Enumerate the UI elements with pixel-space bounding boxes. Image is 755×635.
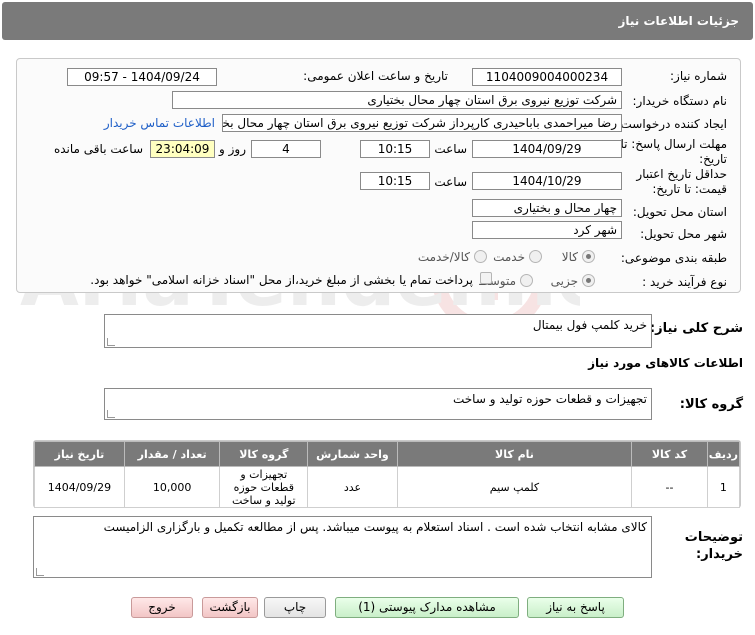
cell-item-name: کلمپ سیم <box>396 466 633 508</box>
col-item-name: نام کالا <box>396 441 633 467</box>
validity-time-label: ساعت <box>434 175 467 189</box>
page-title: جزئیات اطلاعات نیاز <box>618 14 739 28</box>
requester-field[interactable]: رضا میراحمدی باباحیدری کارپرداز شرکت توز… <box>222 114 622 132</box>
goods-group-text: تجهیزات و قطعات حوزه تولید و ساخت <box>452 392 647 406</box>
deadline-days-field[interactable]: 4 <box>251 140 321 158</box>
deadline-label-line1: مهلت ارسال پاسخ: تا <box>620 137 727 151</box>
cell-quantity: 10,000 <box>123 466 221 508</box>
buyer-notes-text: کالای مشابه انتخاب شده است . اسناد استعل… <box>103 520 647 534</box>
reply-button[interactable]: پاسخ به نیاز <box>527 597 624 618</box>
need-number-field[interactable]: 1104009004000234 <box>472 68 622 86</box>
table-header-row: ردیف کد کالا نام کالا واحد شمارش گروه کا… <box>34 441 741 467</box>
deadline-label-line2: تاریخ: <box>699 152 727 166</box>
remaining-time-field: 23:04:09 <box>150 140 215 158</box>
remaining-label: ساعت باقی مانده <box>53 142 143 156</box>
description-label: شرح کلی نیاز: <box>649 321 743 336</box>
cell-item-group: تجهیزات و قطعات حوزه تولید و ساخت <box>219 466 309 508</box>
city-label: شهر محل تحویل: <box>640 227 727 241</box>
announce-label: تاریخ و ساعت اعلان عمومی: <box>303 69 448 83</box>
description-text: خرید کلمپ فول بیمتال <box>532 318 647 332</box>
category-service-label: خدمت <box>493 250 525 264</box>
validity-time-field[interactable]: 10:15 <box>360 172 430 190</box>
buyer-notes-field[interactable]: کالای مشابه انتخاب شده است . اسناد استعل… <box>33 516 652 578</box>
buyer-org-field[interactable]: شرکت توزیع نیروی برق استان چهار محال بخت… <box>172 91 622 109</box>
deadline-time-field[interactable]: 10:15 <box>360 140 430 158</box>
cell-item-code: -- <box>631 466 708 508</box>
buyer-notes-label-line2: خریدار: <box>696 547 743 562</box>
cell-row-number: 1 <box>706 466 741 508</box>
province-label: استان محل تحویل: <box>632 205 727 219</box>
treasury-checkbox[interactable] <box>480 272 492 284</box>
view-attachments-button[interactable]: مشاهده مدارک پیوستی (1) <box>335 597 519 618</box>
buyer-contact-link[interactable]: اطلاعات تماس خریدار <box>104 116 215 130</box>
buyer-notes-label-line1: توضیحات <box>684 530 743 545</box>
col-row-number: ردیف <box>706 441 741 467</box>
goods-info-title: اطلاعات کالاهای مورد نیاز <box>588 356 743 370</box>
col-need-date: تاریخ نیاز <box>34 441 125 467</box>
page-header: جزئیات اطلاعات نیاز <box>2 2 753 40</box>
resize-grip-icon[interactable] <box>107 338 115 346</box>
col-quantity: تعداد / مقدار <box>123 441 221 467</box>
goods-group-label: گروه کالا: <box>679 397 743 412</box>
print-button[interactable]: چاپ <box>264 597 326 618</box>
cell-unit: عدد <box>307 466 398 508</box>
treasury-checkbox-label: پرداخت تمام یا بخشی از مبلغ خرید،از محل … <box>90 273 473 287</box>
process-medium-radio[interactable] <box>520 274 533 287</box>
col-item-group: گروه کالا <box>219 441 309 467</box>
category-goods-service-label: کالا/خدمت <box>417 250 470 264</box>
goods-table: ردیف کد کالا نام کالا واحد شمارش گروه کا… <box>34 441 741 508</box>
validity-label-line2: قیمت: تا تاریخ: <box>652 182 727 196</box>
cell-need-date: 1404/09/29 <box>34 466 125 508</box>
requester-label: ایجاد کننده درخواست: <box>616 117 727 131</box>
deadline-date-field[interactable]: 1404/09/29 <box>472 140 622 158</box>
col-unit: واحد شمارش <box>307 441 398 467</box>
category-goods-radio[interactable] <box>582 250 595 263</box>
need-number-label: شماره نیاز: <box>670 69 727 83</box>
process-label: نوع فرآیند خرید : <box>642 275 727 289</box>
resize-grip-icon[interactable] <box>107 410 115 418</box>
exit-button[interactable]: خروج <box>131 597 193 618</box>
table-row[interactable]: 1 -- کلمپ سیم عدد تجهیزات و قطعات حوزه ت… <box>34 466 741 508</box>
buyer-org-label: نام دستگاه خریدار: <box>632 94 728 108</box>
validity-date-field[interactable]: 1404/10/29 <box>472 172 622 190</box>
announce-field[interactable]: 1404/09/24 - 09:57 <box>67 68 217 86</box>
city-field[interactable]: شهر کرد <box>472 221 622 239</box>
goods-table-container: ردیف کد کالا نام کالا واحد شمارش گروه کا… <box>33 440 741 508</box>
category-service-radio[interactable] <box>529 250 542 263</box>
category-label: طبقه بندی موضوعی: <box>620 251 727 265</box>
description-field[interactable]: خرید کلمپ فول بیمتال <box>104 314 652 348</box>
goods-group-field[interactable]: تجهیزات و قطعات حوزه تولید و ساخت <box>104 388 652 420</box>
col-item-code: کد کالا <box>631 441 708 467</box>
days-label: روز و <box>219 142 246 156</box>
back-button[interactable]: بازگشت <box>202 597 258 618</box>
resize-grip-icon[interactable] <box>36 568 44 576</box>
deadline-time-label: ساعت <box>434 142 467 156</box>
category-goods-label: کالا <box>561 250 578 264</box>
process-minor-label: جزیی <box>550 274 578 288</box>
province-field[interactable]: چهار محال و بختیاری <box>472 199 622 217</box>
process-minor-radio[interactable] <box>582 274 595 287</box>
category-goods-service-radio[interactable] <box>474 250 487 263</box>
validity-label-line1: حداقل تاریخ اعتبار <box>636 167 727 181</box>
